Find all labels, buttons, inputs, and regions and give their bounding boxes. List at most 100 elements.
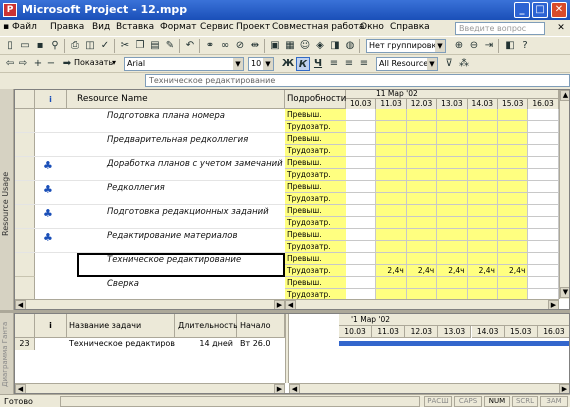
usage-work-cell[interactable]: [376, 217, 407, 229]
forward-arrow-icon[interactable]: ⇨: [16, 57, 30, 71]
usage-work-cell[interactable]: [498, 193, 529, 205]
entry-field[interactable]: Техническое редактирование: [145, 74, 570, 87]
publish-icon[interactable]: ◈: [313, 39, 327, 53]
scroll-down-icon[interactable]: ▼: [560, 287, 569, 298]
start-cell[interactable]: Вт 26.0: [237, 338, 285, 350]
menu-file[interactable]: Файл: [12, 22, 37, 32]
usage-cell[interactable]: [437, 253, 468, 265]
usage-work-cell[interactable]: 2,4ч: [406, 265, 438, 277]
usage-cell[interactable]: [498, 157, 529, 169]
gantt-divider[interactable]: [285, 314, 289, 383]
usage-work-cell[interactable]: [528, 145, 559, 157]
usage-work-cell[interactable]: [346, 121, 377, 133]
usage-cell[interactable]: [498, 205, 529, 217]
menu-edit[interactable]: Правка: [50, 22, 84, 32]
back-arrow-icon[interactable]: ⇦: [3, 57, 17, 71]
usage-cell[interactable]: [406, 205, 438, 217]
resource-name-cell[interactable]: Доработка планов с учетом замечаний: [15, 157, 285, 181]
font-size-select[interactable]: 10 ▼: [248, 57, 274, 71]
usage-work-cell[interactable]: [467, 121, 498, 133]
usage-work-cell[interactable]: [467, 169, 498, 181]
scroll-right-icon[interactable]: ▶: [559, 384, 569, 393]
usage-work-cell[interactable]: [437, 241, 468, 253]
menu-insert[interactable]: Вставка: [116, 22, 154, 32]
usage-work-cell[interactable]: [437, 217, 468, 229]
info-column-header[interactable]: i: [35, 90, 67, 109]
align-left-icon[interactable]: ≡: [327, 57, 341, 71]
gantt-wizard-icon[interactable]: ⁂: [457, 57, 471, 71]
close-button[interactable]: ✕: [551, 2, 567, 18]
scroll-right-icon[interactable]: ▶: [274, 384, 285, 393]
task-name-header[interactable]: Название задачи: [67, 314, 175, 338]
copy-picture-icon[interactable]: ◨: [328, 39, 342, 53]
search-icon[interactable]: ⚲: [48, 39, 62, 53]
usage-work-cell[interactable]: [467, 217, 498, 229]
usage-work-cell[interactable]: 2,4ч: [498, 265, 529, 277]
usage-work-cell[interactable]: [528, 265, 559, 277]
resource-name-cell[interactable]: Техническое редактирование: [77, 253, 285, 277]
usage-cell[interactable]: [437, 205, 468, 217]
usage-work-cell[interactable]: [528, 217, 559, 229]
unlink-tasks-icon[interactable]: ⊘: [233, 39, 247, 53]
hyperlink-icon[interactable]: ⚭: [203, 39, 217, 53]
new-icon[interactable]: ▯: [3, 39, 17, 53]
usage-cell[interactable]: [528, 133, 559, 145]
start-header[interactable]: Начало: [237, 314, 285, 338]
usage-cell[interactable]: [467, 205, 498, 217]
usage-cell[interactable]: [467, 181, 498, 193]
row-id[interactable]: 23: [15, 338, 35, 350]
usage-work-cell[interactable]: [346, 265, 377, 277]
usage-cell[interactable]: [528, 229, 559, 241]
usage-work-cell[interactable]: [376, 169, 407, 181]
help-question-input[interactable]: Введите вопрос: [455, 22, 545, 35]
usage-cell[interactable]: [528, 253, 559, 265]
usage-cell[interactable]: [406, 253, 438, 265]
usage-cell[interactable]: [346, 181, 377, 193]
save-icon[interactable]: ▪: [33, 39, 47, 53]
resource-name-cell[interactable]: Сверка: [15, 277, 285, 301]
usage-work-cell[interactable]: [498, 145, 529, 157]
row-selector-header[interactable]: [15, 90, 35, 109]
usage-work-cell[interactable]: [346, 241, 377, 253]
usage-cell[interactable]: [467, 109, 498, 121]
document-close-icon[interactable]: ✕: [555, 22, 567, 34]
usage-work-cell[interactable]: [406, 217, 438, 229]
usage-work-cell[interactable]: [406, 121, 438, 133]
usage-cell[interactable]: [376, 277, 407, 289]
gantt-chart-scrollbar[interactable]: ◀ ▶: [289, 383, 569, 393]
usage-cell[interactable]: [346, 205, 377, 217]
gantt-table-scrollbar[interactable]: ◀ ▶: [15, 383, 285, 393]
menu-tools[interactable]: Сервис: [200, 22, 234, 32]
usage-cell[interactable]: [376, 253, 407, 265]
usage-work-cell[interactable]: [346, 217, 377, 229]
row-selector[interactable]: [15, 253, 35, 277]
usage-work-cell[interactable]: [528, 193, 559, 205]
usage-cell[interactable]: [406, 229, 438, 241]
italic-button[interactable]: К: [296, 57, 310, 71]
details-header[interactable]: Подробности: [285, 90, 346, 109]
usage-work-cell[interactable]: [467, 193, 498, 205]
usage-cell[interactable]: [346, 157, 377, 169]
usage-cell[interactable]: [437, 181, 468, 193]
open-icon[interactable]: ▭: [18, 39, 32, 53]
goto-task-icon[interactable]: ⇥: [482, 39, 496, 53]
usage-cell[interactable]: [498, 109, 529, 121]
resource-name-cell[interactable]: Предварительная редколлегия: [15, 133, 285, 157]
usage-cell[interactable]: [467, 253, 498, 265]
menu-view[interactable]: Вид: [92, 22, 110, 32]
show-subtasks-icon[interactable]: ➡: [60, 57, 74, 71]
usage-work-cell[interactable]: [406, 241, 438, 253]
usage-work-cell[interactable]: [467, 145, 498, 157]
resource-filter-select[interactable]: All Resources ▼: [376, 57, 438, 71]
usage-work-cell[interactable]: [437, 169, 468, 181]
usage-cell[interactable]: [346, 109, 377, 121]
usage-cell[interactable]: [406, 277, 438, 289]
scroll-right-icon[interactable]: ▶: [548, 300, 559, 309]
resource-usage-view-bar[interactable]: Resource Usage: [0, 89, 14, 310]
usage-cell[interactable]: [376, 205, 407, 217]
underline-button[interactable]: Ч: [311, 57, 325, 71]
resource-name-cell[interactable]: Редколлегия: [15, 181, 285, 205]
usage-cell[interactable]: [528, 277, 559, 289]
usage-cell[interactable]: [437, 229, 468, 241]
copy-picture-wizard-icon[interactable]: ◧: [503, 39, 517, 53]
